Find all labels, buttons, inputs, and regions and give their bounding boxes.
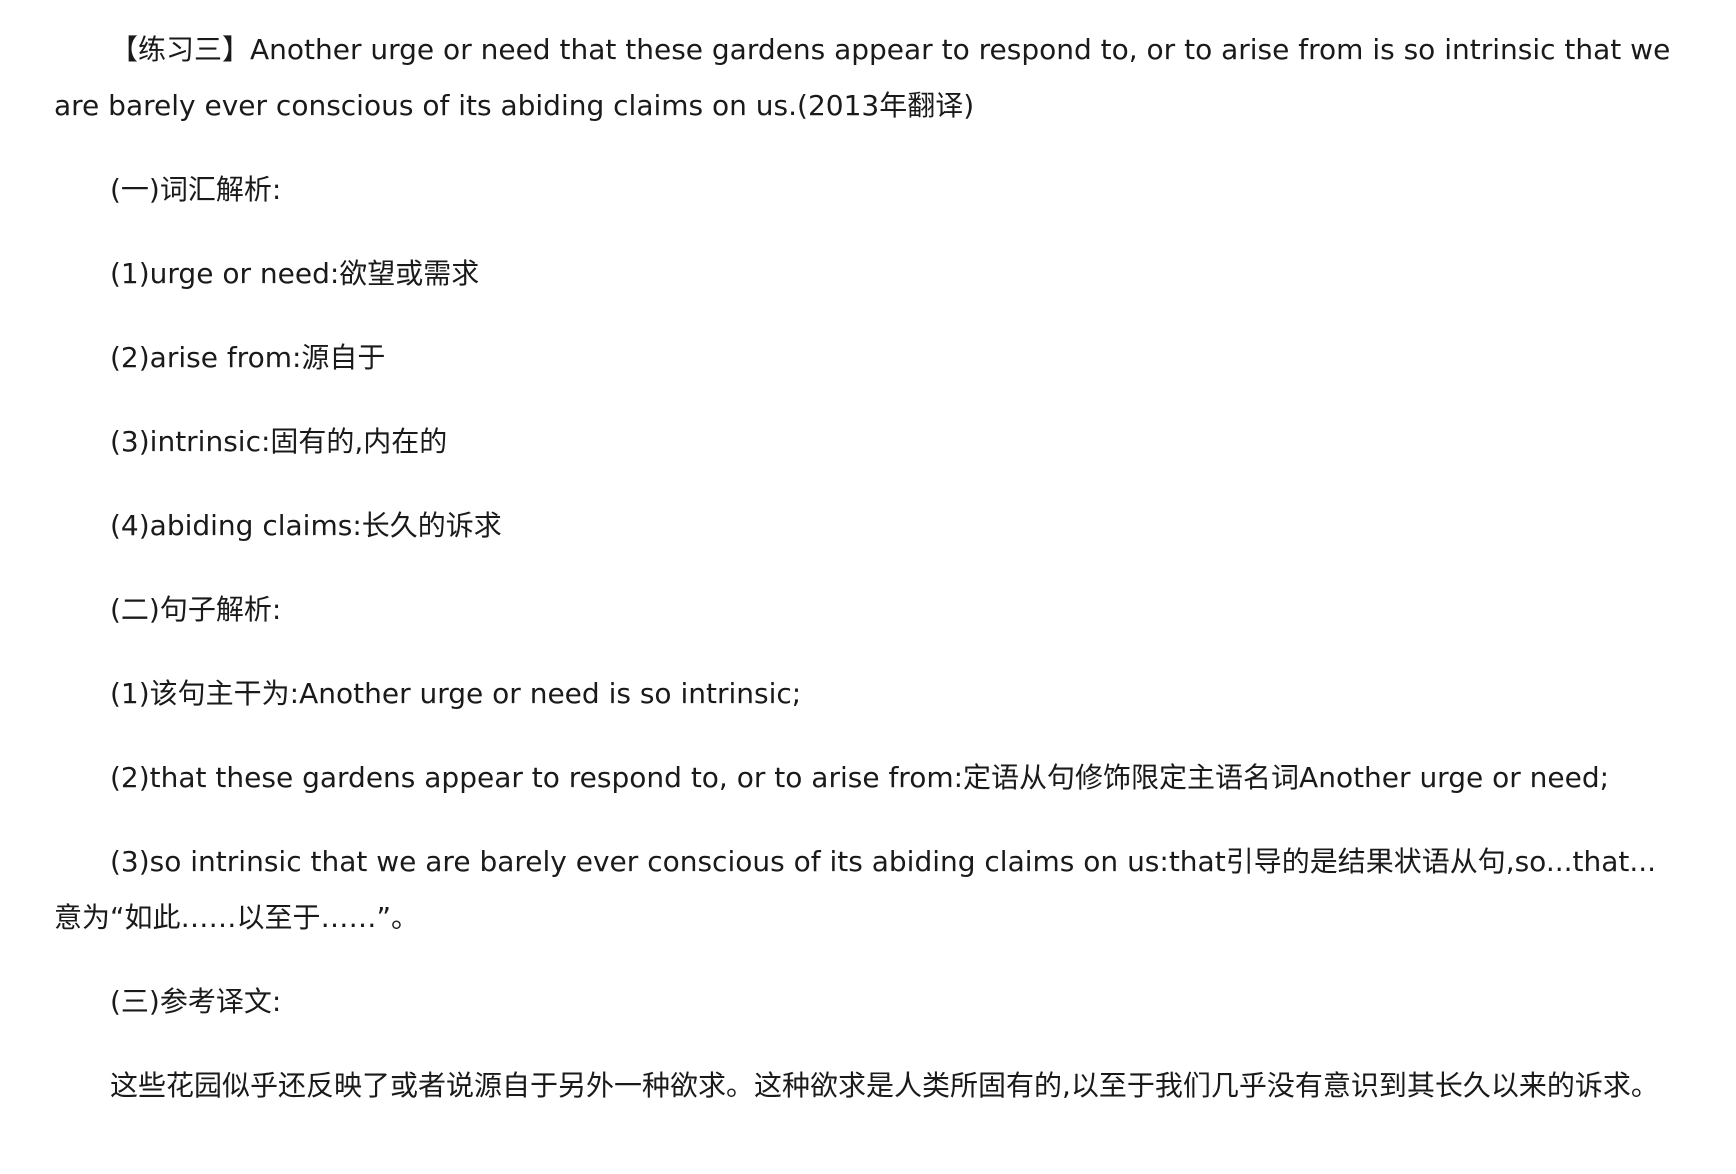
document-body: 【练习三】Another urge or need that these gar… <box>54 22 1684 1142</box>
vocab-item-1: (1)urge or need:欲望或需求 <box>110 257 480 290</box>
sentence-item-1: (1)该句主干为:Another urge or need is so intr… <box>110 677 802 710</box>
sentence-item-2: (2)that these gardens appear to respond … <box>110 761 1610 794</box>
sentence-heading: (二)句子解析: <box>110 593 282 626</box>
translation-text: 这些花园似乎还反映了或者说源自于另外一种欲求。这种欲求是人类所固有的,以至于我们… <box>110 1069 1659 1102</box>
vocab-item-2: (2)arise from:源自于 <box>110 341 386 374</box>
vocab-item-4: (4)abiding claims:长久的诉求 <box>110 509 502 542</box>
vocab-item-3: (3)intrinsic:固有的,内在的 <box>110 425 448 458</box>
vocab-heading: (一)词汇解析: <box>110 173 282 206</box>
exercise-sentence: 【练习三】Another urge or need that these gar… <box>54 33 1671 122</box>
sentence-item-3: (3)so intrinsic that we are barely ever … <box>54 845 1657 934</box>
translation-heading: (三)参考译文: <box>110 985 282 1018</box>
